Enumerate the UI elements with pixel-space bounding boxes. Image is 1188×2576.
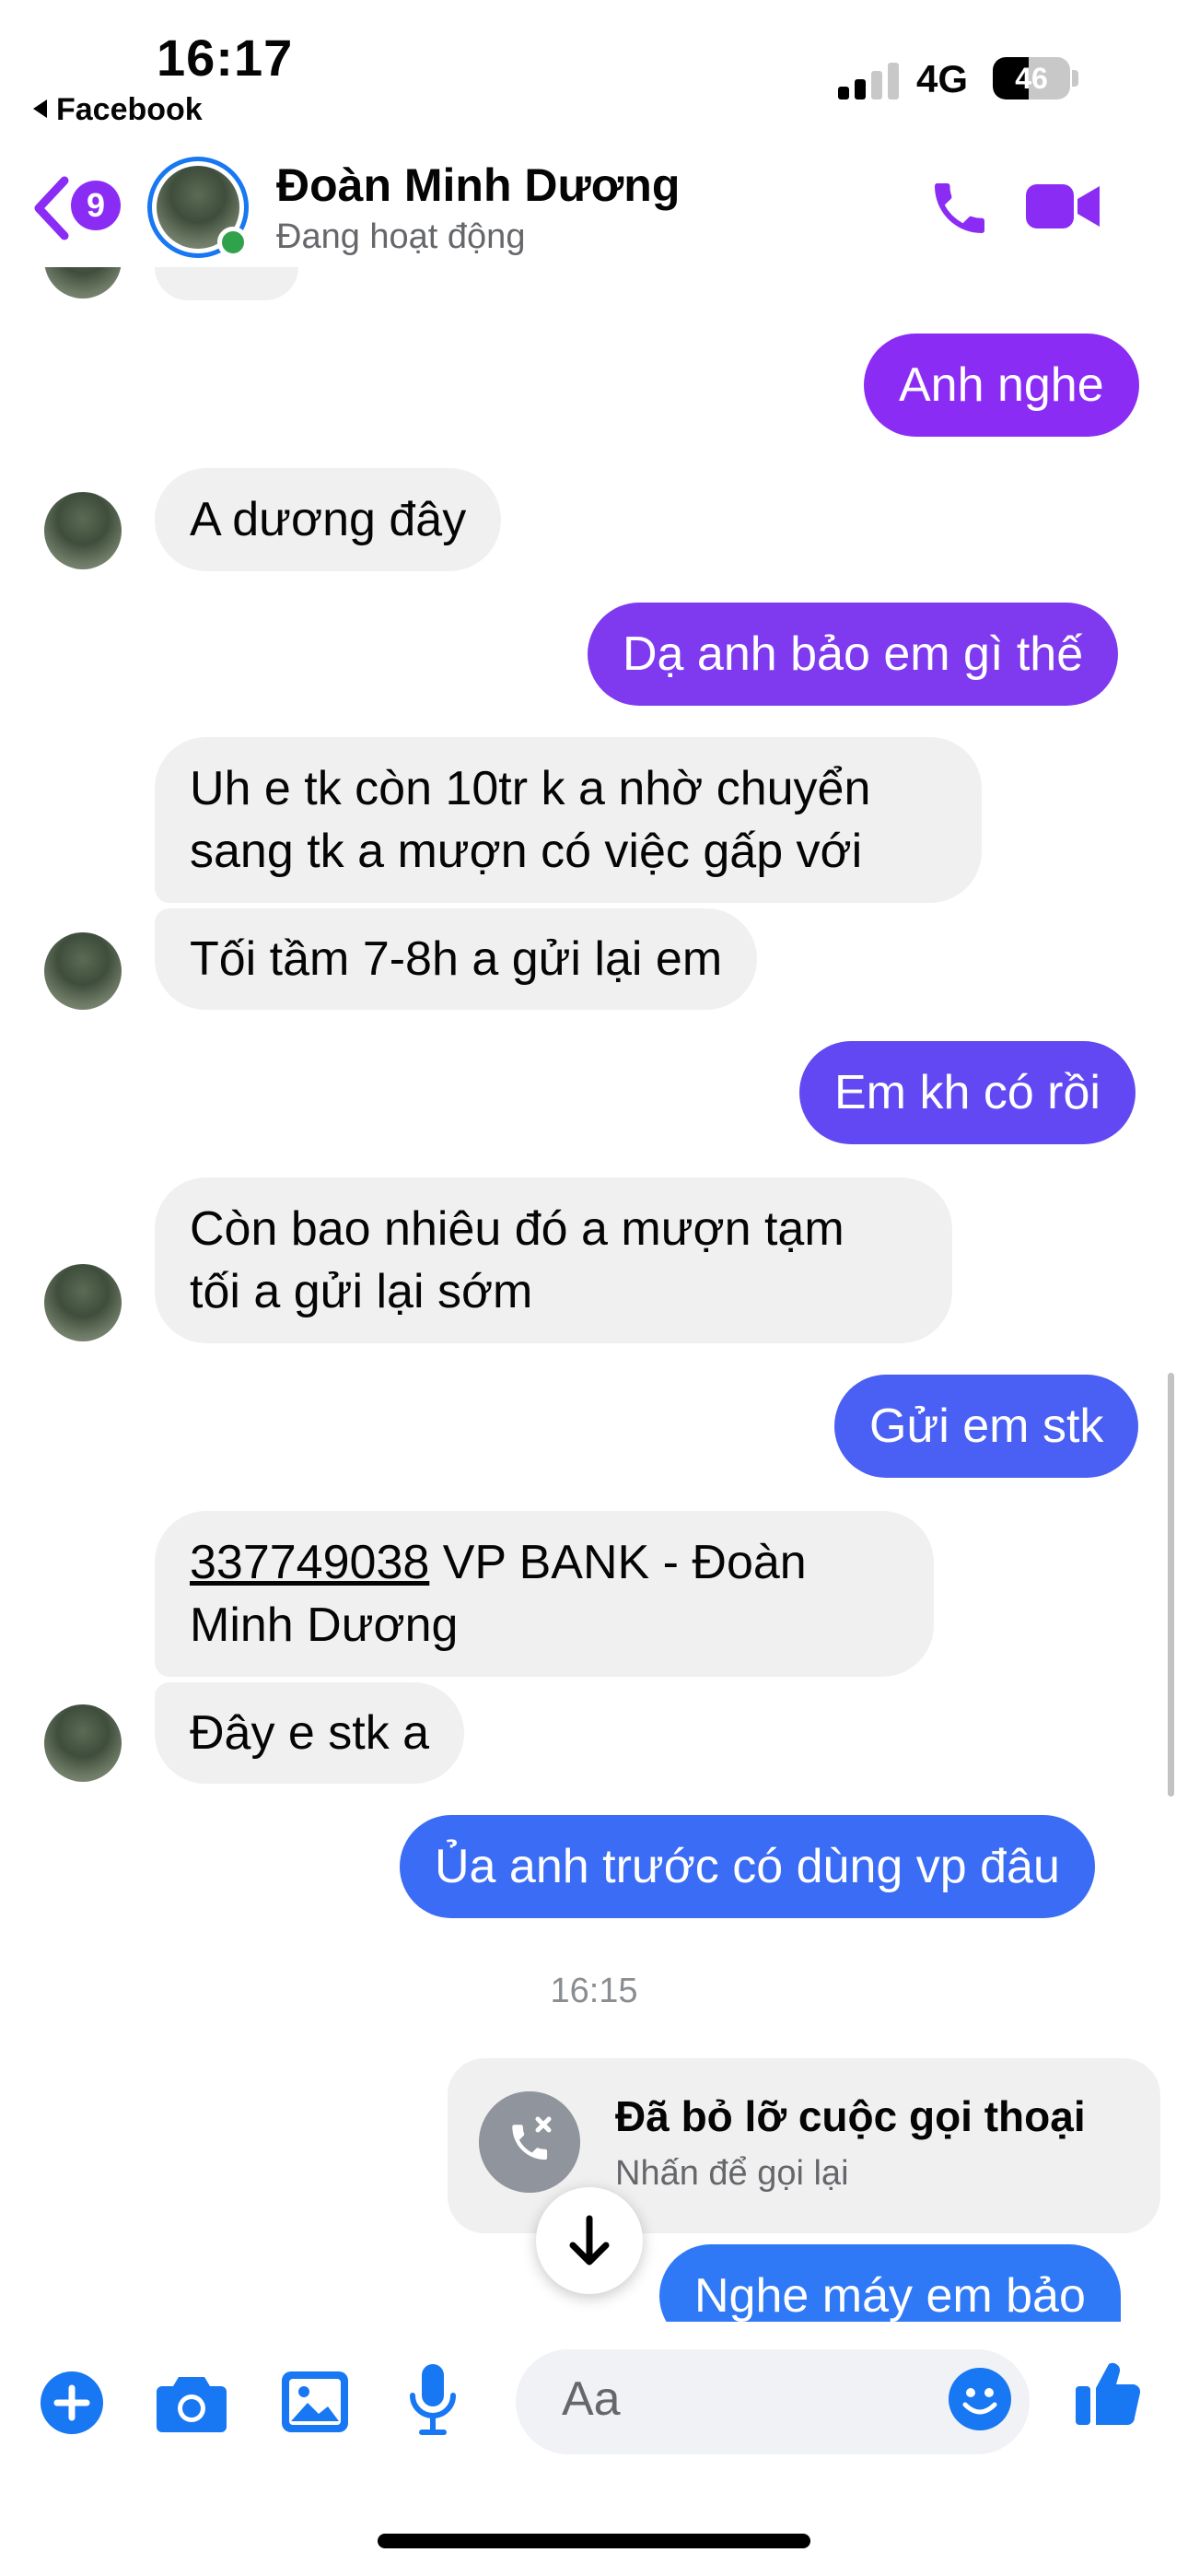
message-line: sang tk a mượn có việc gấp với xyxy=(190,825,863,878)
arrow-down-icon xyxy=(569,2215,610,2266)
message-bubble-outgoing[interactable]: Anh nghe xyxy=(864,334,1139,437)
message-bubble-outgoing[interactable]: Em kh có rồi xyxy=(799,1041,1136,1144)
sender-avatar xyxy=(44,1264,122,1341)
message-bubble-incoming[interactable]: A dương đây xyxy=(155,468,502,571)
message-line: Minh Dương xyxy=(190,1598,459,1652)
message-bubble-outgoing[interactable]: Gửi em stk xyxy=(834,1375,1139,1478)
sender-avatar xyxy=(44,932,122,1010)
back-app-label: Facebook xyxy=(56,92,203,127)
back-chevron-icon[interactable] xyxy=(31,175,72,241)
message-line: Còn bao nhiêu đó a mượn tạm xyxy=(190,1202,844,1256)
camera-icon[interactable] xyxy=(157,2370,227,2432)
photo-gallery-icon[interactable] xyxy=(282,2371,348,2432)
message-line: tối a gửi lại sớm xyxy=(190,1265,533,1318)
partial-message-bubble xyxy=(155,267,298,300)
message-line: Uh e tk còn 10tr k a nhờ chuyển xyxy=(190,762,871,815)
message-text: VP BANK - Đoàn xyxy=(429,1536,807,1589)
home-indicator[interactable] xyxy=(378,2534,810,2548)
message-line: 337749038 VP BANK - Đoàn xyxy=(190,1531,899,1594)
account-number-link[interactable]: 337749038 xyxy=(190,1536,429,1589)
phone-icon[interactable] xyxy=(926,175,993,241)
battery-percent: 46 xyxy=(1015,62,1048,95)
network-type: 4G xyxy=(916,57,969,100)
message-bubble-incoming[interactable]: Uh e tk còn 10tr k a nhờ chuyển sang tk … xyxy=(155,737,982,903)
sender-avatar xyxy=(44,1704,122,1782)
scroll-to-bottom-button[interactable] xyxy=(536,2187,643,2294)
battery-cap xyxy=(1072,70,1078,87)
plus-icon[interactable] xyxy=(41,2371,103,2434)
message-bubble-outgoing[interactable]: Dạ anh bảo em gì thế xyxy=(588,603,1119,706)
missed-call-icon xyxy=(479,2091,580,2193)
message-bubble-incoming[interactable]: Còn bao nhiêu đó a mượn tạm tối a gửi lạ… xyxy=(155,1177,952,1343)
cellular-signal-icon xyxy=(838,63,899,100)
message-timestamp: 16:15 xyxy=(550,1972,638,2010)
unread-count-badge: 9 xyxy=(71,181,121,230)
microphone-icon[interactable] xyxy=(409,2364,457,2438)
message-bubble-incoming[interactable]: Tối tầm 7-8h a gửi lại em xyxy=(155,908,758,1010)
contact-name[interactable]: Đoàn Minh Dương xyxy=(276,158,680,212)
message-input-placeholder: Aa xyxy=(562,2372,621,2426)
sender-avatar xyxy=(44,492,122,569)
message-bubble-incoming[interactable]: 337749038 VP BANK - Đoàn Minh Dương xyxy=(155,1511,934,1677)
missed-call-title: Đã bỏ lỡ cuộc gọi thoại xyxy=(615,2092,1086,2140)
back-triangle-icon xyxy=(33,100,47,118)
video-camera-icon[interactable] xyxy=(1026,181,1100,232)
back-to-facebook-link[interactable]: Facebook xyxy=(33,92,203,128)
missed-call-subtitle: Nhấn để gọi lại xyxy=(615,2154,849,2193)
message-bubble-outgoing[interactable]: Ủa anh trước có dùng vp đâu xyxy=(400,1815,1095,1918)
message-bubble-incoming[interactable]: Đây e stk a xyxy=(155,1682,465,1784)
emoji-icon[interactable] xyxy=(949,2368,1011,2430)
status-time: 16:17 xyxy=(157,29,294,87)
online-status-dot xyxy=(217,227,249,258)
battery-icon: 46 xyxy=(993,57,1070,100)
contact-status: Đang hoạt động xyxy=(276,217,526,256)
scrollbar[interactable] xyxy=(1168,1373,1174,1797)
thumbs-up-icon[interactable] xyxy=(1076,2359,1140,2427)
